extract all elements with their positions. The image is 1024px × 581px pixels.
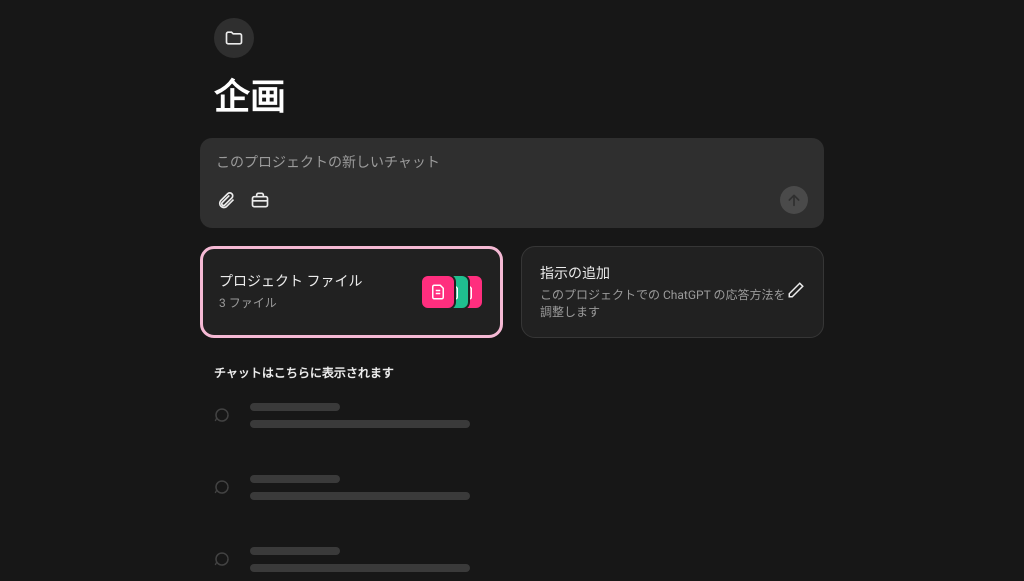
skeleton-chat-2 bbox=[212, 475, 824, 509]
project-files-card[interactable]: プロジェクト ファイル 3 ファイル bbox=[200, 246, 503, 338]
chat-bubble-icon bbox=[212, 549, 232, 569]
paperclip-icon bbox=[216, 190, 236, 210]
instructions-card-subtitle: このプロジェクトでの ChatGPT の応答方法を調整します bbox=[540, 287, 787, 321]
files-card-title: プロジェクト ファイル bbox=[219, 271, 362, 291]
skeleton-chat-1 bbox=[212, 403, 824, 437]
toolbox-icon bbox=[250, 190, 270, 210]
folder-icon bbox=[224, 28, 244, 48]
chat-input[interactable]: このプロジェクトの新しいチャット bbox=[200, 138, 824, 228]
chat-bubble-icon bbox=[212, 405, 232, 425]
files-card-subtitle: 3 ファイル bbox=[219, 295, 362, 312]
chat-actions bbox=[216, 186, 808, 214]
skeleton-line bbox=[250, 547, 340, 555]
chats-helper-text: チャットはこちらに表示されます bbox=[214, 364, 824, 381]
document-icon bbox=[429, 283, 447, 301]
skeleton-line bbox=[250, 420, 470, 428]
arrow-up-icon bbox=[786, 192, 802, 208]
page-title: 企画 bbox=[214, 68, 824, 120]
edit-button[interactable] bbox=[787, 281, 805, 303]
pencil-icon bbox=[787, 281, 805, 299]
chat-placeholder: このプロジェクトの新しいチャット bbox=[216, 152, 808, 172]
instructions-card-title: 指示の追加 bbox=[540, 263, 787, 283]
chat-bubble-icon bbox=[212, 477, 232, 497]
skeleton-line bbox=[250, 564, 470, 572]
skeleton-chat-3 bbox=[212, 547, 824, 581]
toolbox-button[interactable] bbox=[250, 190, 270, 210]
skeleton-line bbox=[250, 403, 340, 411]
file-chip-1 bbox=[420, 274, 456, 310]
skeleton-line bbox=[250, 492, 470, 500]
skeleton-line bbox=[250, 475, 340, 483]
send-button[interactable] bbox=[780, 186, 808, 214]
instructions-card[interactable]: 指示の追加 このプロジェクトでの ChatGPT の応答方法を調整します bbox=[521, 246, 824, 338]
folder-badge bbox=[214, 18, 254, 58]
file-stack bbox=[420, 274, 484, 310]
attach-button[interactable] bbox=[216, 190, 236, 210]
